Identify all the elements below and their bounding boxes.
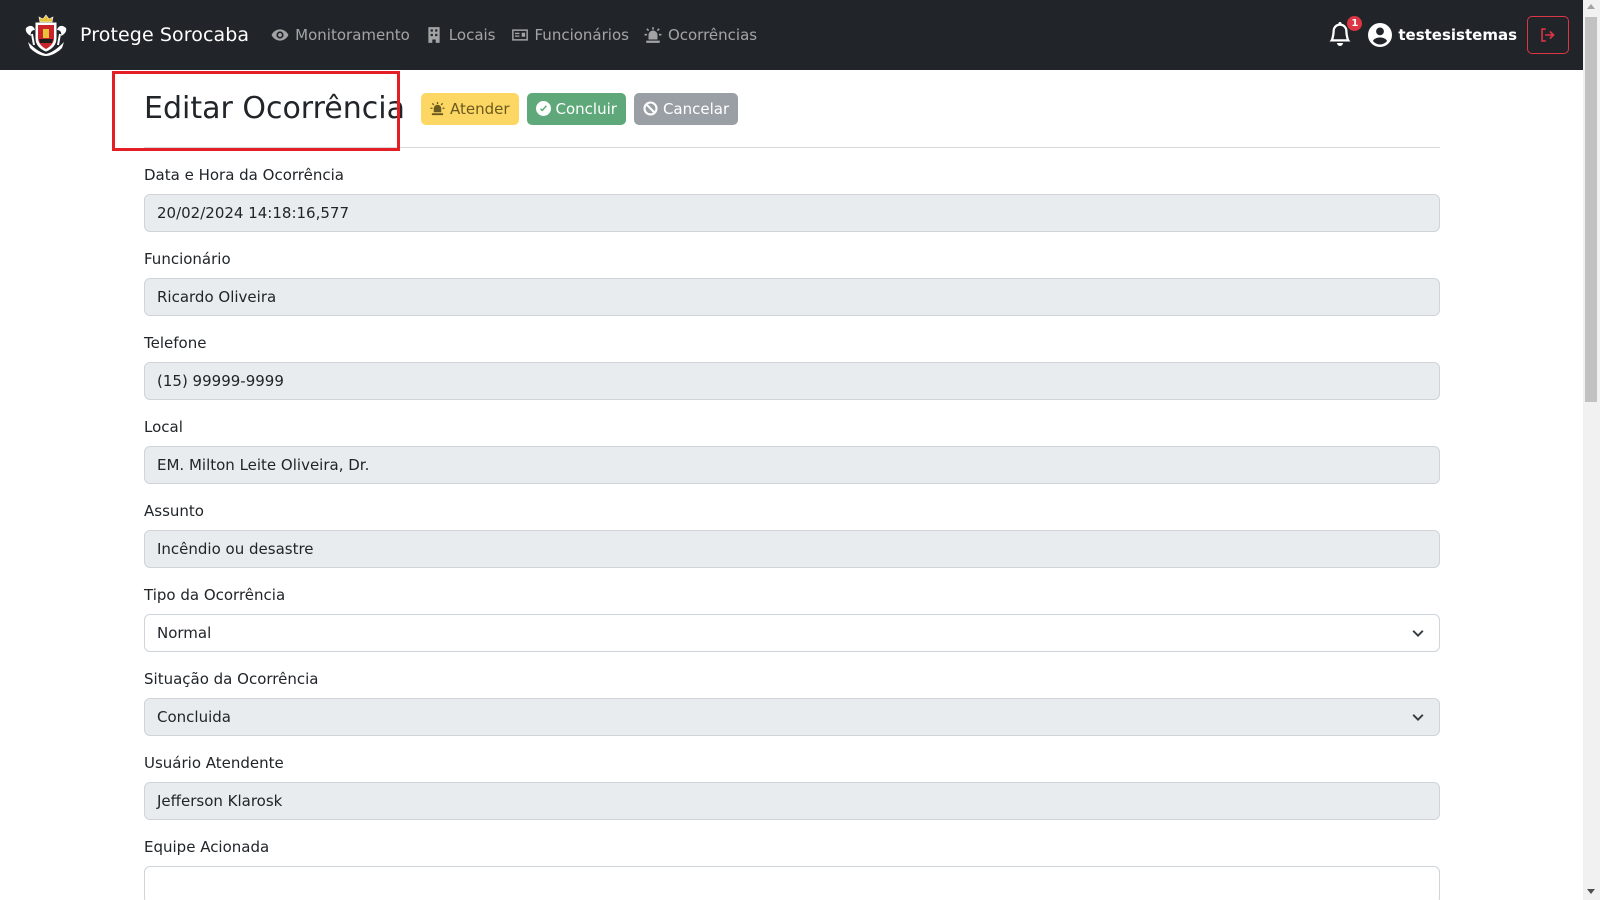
situacao-select[interactable]: Concluida [144, 698, 1440, 736]
tipo-select[interactable]: Normal [144, 614, 1440, 652]
siren-icon [644, 27, 662, 43]
telefone-input[interactable]: (15) 99999-9999 [144, 362, 1440, 400]
equipe-input[interactable] [144, 866, 1440, 900]
situacao-label: Situação da Ocorrência [144, 670, 319, 688]
page-title: Editar Ocorrência [144, 91, 405, 126]
concluir-label: Concluir [555, 99, 617, 118]
brand[interactable]: Protege Sorocaba [22, 12, 249, 58]
scrollbar-thumb[interactable] [1585, 17, 1597, 402]
eye-icon [271, 29, 289, 41]
local-input[interactable]: EM. Milton Leite Oliveira, Dr. [144, 446, 1440, 484]
assunto-input[interactable]: Incêndio ou desastre [144, 530, 1440, 568]
data-hora-label: Data e Hora da Ocorrência [144, 166, 344, 184]
notifications-button[interactable]: 1 [1328, 16, 1363, 48]
data-hora-input[interactable]: 20/02/2024 14:18:16,577 [144, 194, 1440, 232]
scroll-up-arrow[interactable] [1587, 4, 1595, 9]
cancelar-label: Cancelar [662, 99, 730, 118]
nav-link-ocorrencias[interactable]: Ocorrências [644, 26, 757, 44]
field-situacao: Situação da Ocorrência Concluida [144, 670, 1440, 736]
equipe-label: Equipe Acionada [144, 838, 270, 856]
id-card-icon [511, 29, 528, 41]
top-navbar: Protege Sorocaba Monitoramento Locais Fu… [0, 0, 1583, 70]
nav-right: 1 testesistemas [1328, 0, 1569, 70]
field-funcionario: Funcionário Ricardo Oliveira [144, 250, 1440, 316]
field-tipo: Tipo da Ocorrência Normal [144, 586, 1440, 652]
username: testesistemas [1398, 26, 1517, 44]
page-header: Editar Ocorrência Atender Concluir Cance… [112, 70, 1440, 151]
main-content: Editar Ocorrência Atender Concluir Cance… [112, 70, 1440, 900]
nav-link-label: Ocorrências [667, 26, 758, 44]
concluir-button[interactable]: Concluir [526, 92, 626, 125]
telefone-label: Telefone [144, 334, 207, 352]
user-circle-icon [1368, 23, 1393, 47]
funcionario-input[interactable]: Ricardo Oliveira [144, 278, 1440, 316]
building-icon [428, 27, 440, 43]
cancelar-button[interactable]: Cancelar [633, 92, 739, 125]
vertical-scrollbar[interactable] [1583, 0, 1600, 900]
brand-name: Protege Sorocaba [80, 24, 250, 46]
tipo-label: Tipo da Ocorrência [144, 586, 286, 604]
nav-link-monitoramento[interactable]: Monitoramento [271, 26, 410, 44]
atender-button[interactable]: Atender [420, 92, 519, 125]
usuario-label: Usuário Atendente [144, 754, 284, 772]
siren-icon [430, 101, 445, 116]
local-label: Local [144, 418, 183, 436]
scroll-down-arrow[interactable] [1587, 889, 1595, 894]
logout-button[interactable] [1527, 16, 1569, 54]
situacao-selected-value: Concluida [157, 708, 231, 726]
field-telefone: Telefone (15) 99999-9999 [144, 334, 1440, 400]
nav-link-label: Funcionários [534, 26, 629, 44]
nav-link-label: Monitoramento [295, 26, 410, 44]
chevron-down-icon [1411, 710, 1425, 724]
nav-link-funcionarios[interactable]: Funcionários [511, 26, 629, 44]
field-assunto: Assunto Incêndio ou desastre [144, 502, 1440, 568]
atender-label: Atender [449, 99, 510, 118]
main-nav: Monitoramento Locais Funcionários Ocorrê… [271, 26, 772, 44]
check-circle-icon [535, 101, 551, 116]
field-local: Local EM. Milton Leite Oliveira, Dr. [144, 418, 1440, 484]
field-equipe: Equipe Acionada [144, 838, 1440, 900]
occurrence-form: Data e Hora da Ocorrência 20/02/2024 14:… [144, 148, 1440, 900]
user-menu[interactable]: testesistemas [1368, 23, 1517, 47]
assunto-label: Assunto [144, 502, 204, 520]
sorocaba-coat-of-arms-logo [25, 14, 67, 56]
tipo-selected-value: Normal [157, 624, 212, 642]
usuario-input[interactable]: Jefferson Klarosk [144, 782, 1440, 820]
chevron-down-icon [1411, 626, 1425, 640]
logout-icon [1541, 28, 1555, 42]
nav-link-locais[interactable]: Locais [425, 26, 496, 44]
notification-count-badge: 1 [1347, 16, 1363, 31]
field-usuario: Usuário Atendente Jefferson Klarosk [144, 754, 1440, 820]
field-data-hora: Data e Hora da Ocorrência 20/02/2024 14:… [144, 166, 1440, 232]
ban-icon [643, 101, 658, 116]
nav-link-label: Locais [448, 26, 496, 44]
funcionario-label: Funcionário [144, 250, 231, 268]
